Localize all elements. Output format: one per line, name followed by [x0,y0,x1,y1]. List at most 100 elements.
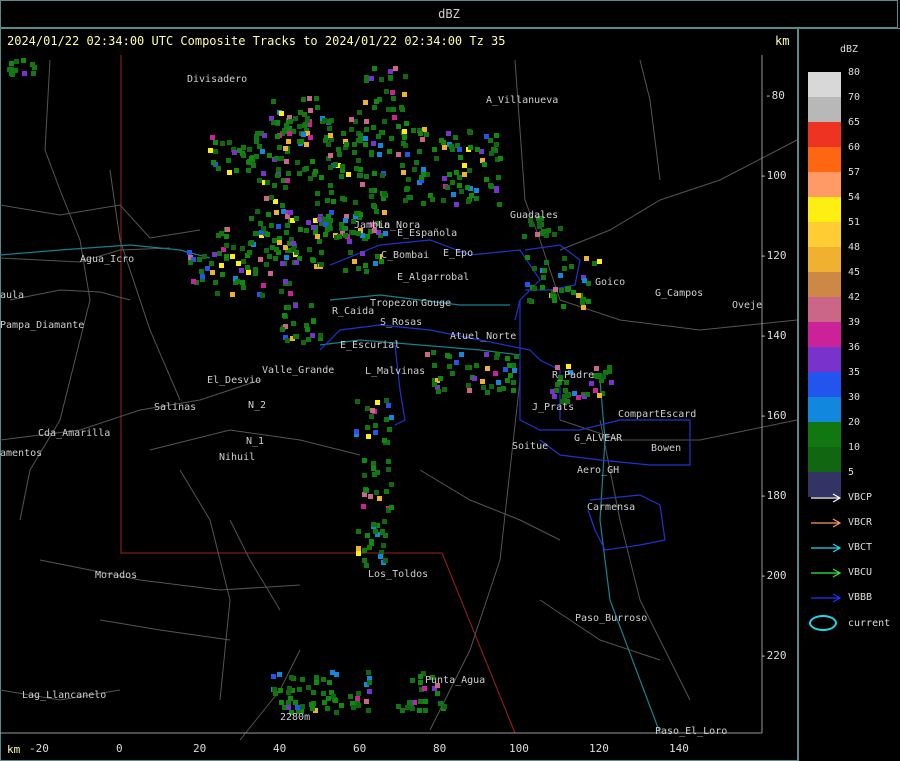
echo-cell [505,378,510,383]
echo-cell [254,134,259,139]
echo-cell [586,299,591,304]
echo-cell [374,490,379,495]
echo-cell [356,158,361,163]
echo-cell [349,127,354,132]
echo-cell [355,696,360,701]
x-tick: 120 [589,742,609,755]
echo-cell [459,352,464,357]
legend-swatch [808,297,841,322]
echo-cell [485,366,490,371]
echo-cell [241,153,246,158]
radar-map[interactable]: -80 -100 -120 -140 -160 -180 -200 -220 -… [0,28,797,761]
place-label: CompartEscard [618,409,696,420]
echo-cell [295,160,300,165]
echo-cell [237,148,242,153]
echo-cell [522,234,527,239]
echo-cell [341,131,346,136]
radar-echoes [7,58,614,715]
legend-value: 54 [848,192,861,203]
echo-cell [298,110,303,115]
echo-cell [323,217,328,222]
echo-cell [442,176,447,181]
echo-cell [264,248,269,253]
place-label: R_Caida [332,306,374,317]
echo-cell [188,260,193,265]
echo-cell [231,245,236,250]
echo-cell [370,408,375,413]
echo-cell [601,374,606,379]
echo-cell [279,289,284,294]
y-tick: -180 [760,489,787,502]
echo-cell [581,305,586,310]
legend-value: 39 [848,317,861,328]
echo-cell [258,257,263,262]
track-label: VBCT [848,542,873,553]
echo-cell [225,227,230,232]
echo-cell [361,504,366,509]
echo-cell [276,224,281,229]
echo-cell [306,337,311,342]
echo-cell [275,173,280,178]
echo-cell [269,195,274,200]
echo-cell [532,286,537,291]
echo-cell [284,159,289,164]
echo-cell [342,226,347,231]
place-label: E_Escurial [340,340,400,351]
place-label: Pampa_Diamante [0,320,84,331]
echo-cell [494,355,499,360]
echo-cell [582,278,587,283]
echo-cell [378,143,383,148]
echo-cell [363,142,368,147]
echo-cell [287,131,292,136]
echo-cell [354,211,359,216]
echo-cell [432,382,437,387]
track-label: VBCU [848,567,873,578]
echo-cell [377,496,382,501]
legend-swatch [808,97,841,122]
echo-cell [261,283,266,288]
echo-cell [525,282,530,287]
echo-cell [282,313,287,318]
echo-cell [356,529,361,534]
echo-cell [30,62,35,67]
echo-cell [454,360,459,365]
echo-cell [305,118,310,123]
echo-cell [327,126,332,131]
echo-cell [457,147,462,152]
echo-cell [496,380,501,385]
echo-cell [384,398,389,403]
echo-cell [328,183,333,188]
echo-cell [344,142,349,147]
echo-cell [277,672,282,677]
echo-cell [272,183,277,188]
echo-cell [301,340,306,345]
x-tick: 60 [353,742,366,755]
echo-cell [224,254,229,259]
echo-cell [399,105,404,110]
echo-cell [356,703,361,708]
echo-cell [284,230,289,235]
echo-cell [334,710,339,715]
place-label: Jambin [354,220,390,231]
echo-cell [227,140,232,145]
echo-cell [364,699,369,704]
echo-cell [481,385,486,390]
echo-cell [283,279,288,284]
legend-swatch [808,147,841,172]
x-tick: 0 [116,742,123,755]
echo-cell [466,199,471,204]
echo-cell [540,285,545,290]
echo-cell [212,252,217,257]
echo-cell [434,156,439,161]
echo-cell [283,185,288,190]
echo-cell [318,333,323,338]
echo-cell [373,529,378,534]
echo-cell [384,89,389,94]
echo-cell [376,134,381,139]
echo-cell [356,551,361,556]
echo-cell [353,200,358,205]
echo-cell [210,135,215,140]
echo-cell [402,129,407,134]
echo-cell [362,548,367,553]
place-label: Cda_Amarilla [38,428,110,439]
